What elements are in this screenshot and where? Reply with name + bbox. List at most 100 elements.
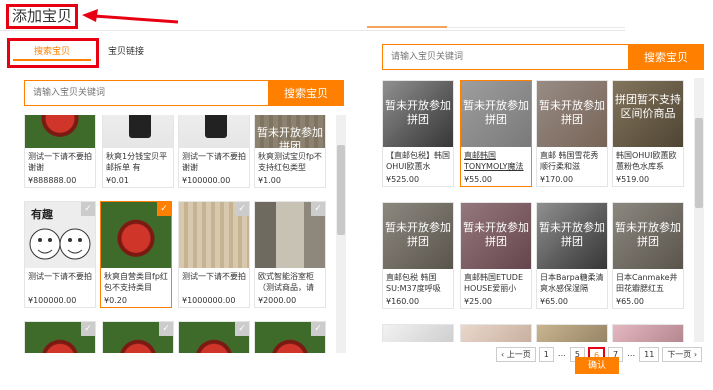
item-name: 测试一下请不要拍谢谢: [182, 152, 246, 172]
item-overlay: 暂未开放参加拼团: [383, 203, 453, 269]
right-search-button[interactable]: 搜索宝贝: [628, 44, 704, 70]
item-card[interactable]: 暂未开放参加拼团 日本Canmake井田花瓣腮红五 ¥65.00: [612, 202, 684, 309]
item-name: 【直邮包税】韩国OHUI欧蕙水: [386, 151, 450, 171]
item-image: 暂未开放参加拼团: [383, 203, 453, 269]
select-checkbox[interactable]: ✓: [311, 202, 325, 216]
left-search-input[interactable]: [25, 81, 265, 105]
confirm-button[interactable]: 确认: [575, 357, 619, 374]
item-card[interactable]: ✓ 测试一下请不要拍 ¥1000000.00: [178, 201, 250, 308]
item-image: 暂未开放参加拼团: [613, 203, 683, 269]
item-card[interactable]: ✓: [178, 321, 250, 353]
item-name: 直邮韩国TONYMOLY魔法: [464, 151, 524, 171]
item-price: ¥100000.00: [182, 176, 231, 185]
item-name: 秋爽自营类目fp红包不支持类目: [104, 272, 168, 292]
item-image: 暂未开放参加拼团: [461, 203, 531, 269]
item-card[interactable]: 暂未开放参加拼团 直邮韩国ETUDE HOUSE爱丽小 ¥25.00: [460, 202, 532, 309]
item-card[interactable]: 暂未开放参加拼团 直邮包税 韩国SU:M37度呼吸 ¥160.00: [382, 202, 454, 309]
right-scroll-thumb[interactable]: [695, 118, 703, 208]
item-card[interactable]: ✓: [254, 321, 326, 353]
item-card[interactable]: 有趣 ✓ 测试一下请不要拍 ¥100000.00: [24, 201, 96, 308]
item-card[interactable]: 暂未开放参加拼团 【直邮包税】韩国OHUI欧蕙水 ¥525.00: [382, 80, 454, 187]
page-ellipsis: …: [556, 346, 567, 362]
right-scrollbar[interactable]: [694, 78, 704, 342]
item-name: 直邮 韩国雪花秀顺行柔和滋: [540, 151, 599, 171]
item-card[interactable]: ✓ 欧式智能浴室柜（测试商品，请 ¥2000.00: [254, 201, 326, 308]
item-overlay: 暂未开放参加拼团: [461, 81, 531, 147]
item-image: ✓: [255, 202, 325, 268]
page-11[interactable]: 11: [639, 346, 660, 362]
item-card-highlighted[interactable]: 暂未开放参加拼团 直邮韩国TONYMOLY魔法 ¥55.00: [460, 80, 532, 187]
item-price: ¥888888.00: [28, 176, 77, 185]
divider: [0, 30, 625, 31]
item-card[interactable]: [460, 324, 532, 342]
item-image: [25, 115, 95, 148]
item-name: 直邮包税 韩国SU:M37度呼吸: [386, 273, 441, 293]
page-ellipsis: …: [626, 346, 637, 362]
item-image: 暂未开放参加拼团: [537, 203, 607, 269]
item-card[interactable]: [612, 324, 684, 342]
item-card[interactable]: [382, 324, 454, 342]
select-checkbox[interactable]: ✓: [235, 322, 249, 336]
select-checkbox-checked[interactable]: ✓: [157, 202, 171, 216]
select-checkbox[interactable]: ✓: [159, 322, 173, 336]
right-search-input[interactable]: [383, 45, 623, 69]
next-page-button[interactable]: 下一页 ›: [662, 346, 703, 362]
item-image: [103, 115, 173, 148]
left-item-grid: 测试一下请不要拍谢谢 ¥888888.00 秋爽1分钱宝贝平邮拆单 有 ¥0.0…: [22, 115, 334, 353]
left-scrollbar[interactable]: [336, 115, 346, 353]
item-price: ¥65.00: [616, 297, 644, 306]
item-card[interactable]: [536, 324, 608, 342]
item-image: [461, 325, 531, 342]
left-search-bar: 搜索宝贝: [24, 80, 344, 106]
annotation-arrow: [82, 9, 179, 24]
select-checkbox[interactable]: ✓: [81, 202, 95, 216]
item-name: 日本Barpa糖柔清爽水感保湿隔: [540, 273, 604, 293]
item-image: 有趣 ✓: [25, 202, 95, 268]
meme-text: 有趣: [31, 208, 53, 221]
item-image: ✓: [103, 322, 173, 353]
item-price: ¥525.00: [386, 175, 420, 184]
item-price: ¥1.00: [258, 176, 281, 185]
item-price: ¥55.00: [464, 175, 492, 184]
item-name: 测试一下请不要拍: [182, 272, 246, 281]
select-checkbox[interactable]: ✓: [81, 322, 95, 336]
item-image: ✓: [179, 322, 249, 353]
item-overlay: 暂未开放参加拼团: [613, 203, 683, 269]
item-card-selected[interactable]: ✓ 秋爽自营类目fp红包不支持类目 ¥0.20: [100, 201, 172, 308]
item-price: ¥0.01: [106, 176, 129, 185]
item-overlay: 暂未开放参加拼团: [461, 203, 531, 269]
right-search-bar: 搜索宝贝: [382, 44, 704, 70]
item-image: ✓: [179, 202, 249, 268]
item-name: 日本Canmake井田花瓣腮红五: [616, 273, 678, 293]
page-title: 添加宝贝: [6, 4, 78, 29]
item-price: ¥1000000.00: [182, 296, 236, 305]
item-card[interactable]: 测试一下请不要拍谢谢 ¥100000.00: [178, 115, 250, 188]
item-image: [613, 325, 683, 342]
meme-faces-icon: [29, 228, 91, 260]
left-scroll-thumb[interactable]: [337, 145, 345, 235]
item-price: ¥0.20: [104, 296, 127, 305]
select-checkbox[interactable]: ✓: [311, 322, 325, 336]
item-overlay: 拼团暂不支持区间价商品: [613, 81, 683, 147]
tab-item-link[interactable]: 宝贝链接: [108, 44, 144, 57]
item-card[interactable]: ✓: [102, 321, 174, 353]
item-card[interactable]: 秋爽1分钱宝贝平邮拆单 有 ¥0.01: [102, 115, 174, 188]
item-price: ¥519.00: [616, 175, 650, 184]
item-overlay: 暂未开放参加拼团: [537, 81, 607, 147]
item-image: 暂未开放参加拼团: [537, 81, 607, 147]
prev-page-button[interactable]: ‹ 上一页: [496, 346, 536, 362]
item-card[interactable]: ✓: [24, 321, 96, 353]
item-card[interactable]: 测试一下请不要拍谢谢 ¥888888.00: [24, 115, 96, 188]
page-1[interactable]: 1: [538, 346, 554, 362]
item-card[interactable]: 暂未开放参加拼团 直邮 韩国雪花秀顺行柔和滋 ¥170.00: [536, 80, 608, 187]
item-price: ¥170.00: [540, 175, 574, 184]
item-card[interactable]: 暂未开放参加拼团 秋爽测试宝贝fp不支持红包类型 ¥1.00: [254, 115, 326, 188]
item-image: 暂未开放参加拼团: [461, 81, 531, 147]
item-card[interactable]: 拼团暂不支持区间价商品 韩国OHUI欧蕙欧蕙粉色水库系 ¥519.00: [612, 80, 684, 187]
left-search-button[interactable]: 搜索宝贝: [268, 80, 344, 106]
item-card[interactable]: 暂未开放参加拼团 日本Barpa糖柔清爽水感保湿隔 ¥65.00: [536, 202, 608, 309]
tab-search-items[interactable]: 搜索宝贝: [13, 43, 91, 61]
item-image: [383, 325, 453, 342]
item-name: 测试一下请不要拍: [28, 272, 92, 281]
select-checkbox[interactable]: ✓: [235, 202, 249, 216]
